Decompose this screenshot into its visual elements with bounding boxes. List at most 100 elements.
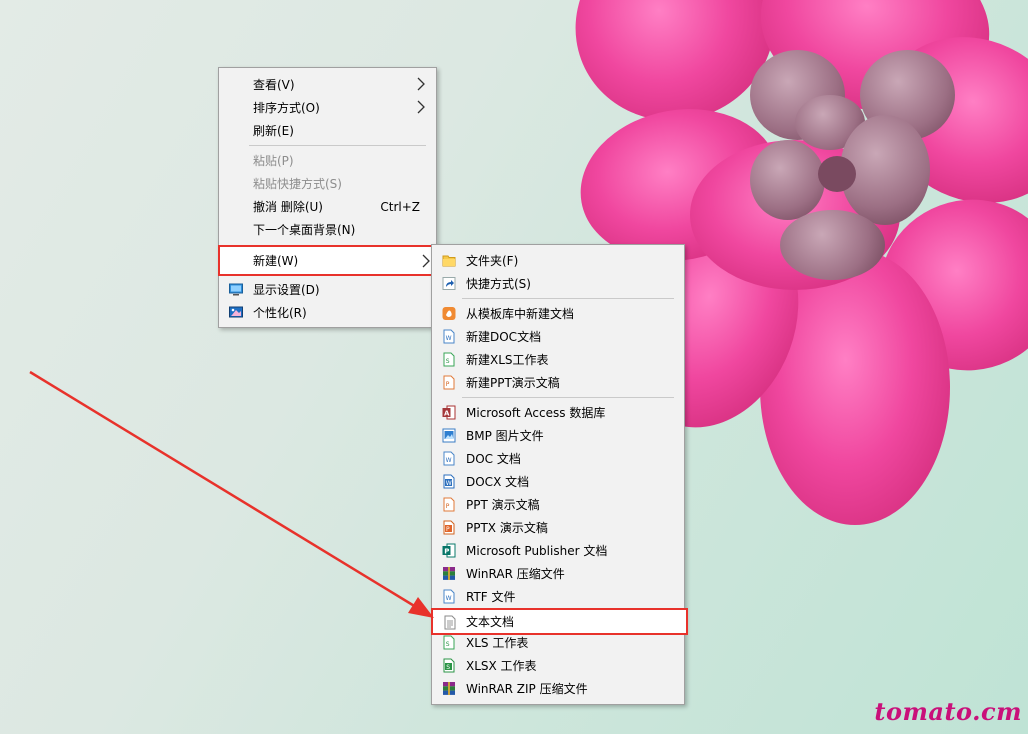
submenu-item-label: WinRAR 压缩文件: [466, 567, 565, 581]
docx-icon: W: [443, 474, 455, 489]
submenu-item-label: 文件夹(F): [466, 254, 519, 268]
menu-item-display-settings[interactable]: 显示设置(D): [219, 278, 436, 301]
submenu-item-xls[interactable]: S XLS 工作表: [432, 631, 684, 654]
menu-item-next-background[interactable]: 下一个桌面背景(N): [219, 218, 436, 241]
submenu-item-label: 快捷方式(S): [466, 277, 531, 291]
menu-item-undo-delete[interactable]: 撤消 删除(U) Ctrl+Z: [219, 195, 436, 218]
menu-item-label: 个性化(R): [253, 306, 307, 320]
submenu-item-label: PPT 演示文稿: [466, 498, 540, 512]
submenu-item-label: 文本文档: [466, 615, 515, 629]
menu-item-refresh[interactable]: 刷新(E): [219, 119, 436, 142]
doc-icon: W: [443, 329, 455, 344]
template-icon: [442, 307, 456, 320]
submenu-item-label: Microsoft Access 数据库: [466, 406, 606, 420]
menu-item-label: 粘贴快捷方式(S): [253, 177, 342, 191]
xlsx-icon: S: [443, 658, 455, 673]
submenu-item-shortcut[interactable]: 快捷方式(S): [432, 272, 684, 295]
menu-separator: [462, 298, 674, 299]
submenu-item-label: 新建PPT演示文稿: [466, 376, 560, 390]
submenu-item-winrar-zip[interactable]: WinRAR ZIP 压缩文件: [432, 677, 684, 700]
menu-separator: [462, 397, 674, 398]
svg-text:S: S: [446, 358, 450, 365]
publisher-icon: P: [442, 543, 456, 558]
submenu-item-xlsx[interactable]: S XLSX 工作表: [432, 654, 684, 677]
access-icon: A: [442, 405, 456, 420]
submenu-item-label: RTF 文件: [466, 590, 516, 604]
watermark: tomato.cm: [874, 697, 1022, 726]
submenu-item-doc[interactable]: W DOC 文档: [432, 447, 684, 470]
xls-icon: S: [443, 352, 455, 367]
menu-item-label: 粘贴(P): [253, 154, 294, 168]
submenu-item-ppt[interactable]: P PPT 演示文稿: [432, 493, 684, 516]
flower-bud-center: [818, 156, 856, 192]
menu-item-new[interactable]: 新建(W): [218, 245, 440, 276]
svg-text:W: W: [446, 335, 452, 342]
text-document-icon: [444, 615, 456, 630]
submenu-item-new-ppt[interactable]: P 新建PPT演示文稿: [432, 371, 684, 394]
submenu-item-pptx[interactable]: P PPTX 演示文稿: [432, 516, 684, 539]
menu-item-sort-by[interactable]: 排序方式(O): [219, 96, 436, 119]
svg-text:W: W: [446, 457, 452, 464]
submenu-item-bmp[interactable]: BMP 图片文件: [432, 424, 684, 447]
submenu-item-label: 新建DOC文档: [466, 330, 542, 344]
doc-icon: W: [443, 451, 455, 466]
new-submenu: 文件夹(F) 快捷方式(S) 从模板库中新建文档 W 新建DOC文档 S 新建X…: [431, 244, 688, 705]
flower-bud: [780, 210, 885, 280]
pptx-icon: P: [443, 520, 455, 535]
desktop-context-menu: 查看(V) 排序方式(O) 刷新(E) 粘贴(P) 粘贴快捷方式(S) 撤消 删…: [218, 67, 440, 328]
svg-text:P: P: [444, 548, 449, 556]
menu-item-label: 排序方式(O): [253, 101, 320, 115]
menu-item-label: 刷新(E): [253, 124, 294, 138]
folder-icon: [442, 255, 456, 267]
submenu-item-label: PPTX 演示文稿: [466, 521, 548, 535]
menu-item-label: 新建(W): [253, 254, 299, 268]
rtf-icon: W: [443, 589, 455, 604]
svg-text:W: W: [446, 480, 452, 487]
submenu-item-publisher[interactable]: P Microsoft Publisher 文档: [432, 539, 684, 562]
submenu-item-label: BMP 图片文件: [466, 429, 544, 443]
menu-item-paste-shortcut: 粘贴快捷方式(S): [219, 172, 436, 195]
submenu-item-label: 新建XLS工作表: [466, 353, 549, 367]
submenu-item-label: Microsoft Publisher 文档: [466, 544, 608, 558]
winrar-zip-icon: [443, 682, 455, 695]
chevron-right-icon: [417, 77, 425, 91]
chevron-right-icon: [417, 100, 425, 114]
submenu-item-access[interactable]: A Microsoft Access 数据库: [432, 401, 684, 424]
submenu-item-label: DOC 文档: [466, 452, 521, 466]
submenu-item-label: XLS 工作表: [466, 636, 529, 650]
submenu-item-new-xls[interactable]: S 新建XLS工作表: [432, 348, 684, 371]
submenu-item-from-template[interactable]: 从模板库中新建文档: [432, 302, 684, 325]
menu-item-label: 下一个桌面背景(N): [253, 223, 356, 237]
winrar-icon: [443, 567, 455, 580]
submenu-item-label: 从模板库中新建文档: [466, 307, 575, 321]
submenu-item-winrar[interactable]: WinRAR 压缩文件: [432, 562, 684, 585]
submenu-item-new-doc[interactable]: W 新建DOC文档: [432, 325, 684, 348]
menu-item-shortcut: Ctrl+Z: [380, 199, 420, 214]
menu-item-personalize[interactable]: 个性化(R): [219, 301, 436, 324]
shortcut-icon: [442, 277, 456, 290]
menu-item-label: 查看(V): [253, 78, 295, 92]
menu-item-view[interactable]: 查看(V): [219, 73, 436, 96]
bmp-icon: [442, 428, 456, 443]
menu-item-label: 撤消 删除(U): [253, 200, 323, 214]
submenu-item-label: DOCX 文档: [466, 475, 530, 489]
svg-text:A: A: [444, 410, 450, 418]
flower-bud: [750, 140, 825, 220]
ppt-icon: P: [443, 497, 455, 512]
svg-text:W: W: [446, 595, 452, 602]
svg-text:S: S: [446, 664, 450, 671]
svg-text:P: P: [446, 503, 450, 510]
submenu-item-folder[interactable]: 文件夹(F): [432, 249, 684, 272]
submenu-item-rtf[interactable]: W RTF 文件: [432, 585, 684, 608]
personalize-icon: [229, 306, 243, 318]
svg-text:S: S: [446, 641, 450, 648]
submenu-item-label: WinRAR ZIP 压缩文件: [466, 682, 588, 696]
ppt-icon: P: [443, 375, 455, 390]
submenu-item-docx[interactable]: W DOCX 文档: [432, 470, 684, 493]
menu-separator: [249, 145, 426, 146]
xls-icon: S: [443, 635, 455, 650]
display-settings-icon: [229, 283, 243, 296]
submenu-item-label: XLSX 工作表: [466, 659, 537, 673]
svg-text:P: P: [446, 381, 450, 388]
menu-item-label: 显示设置(D): [253, 283, 320, 297]
